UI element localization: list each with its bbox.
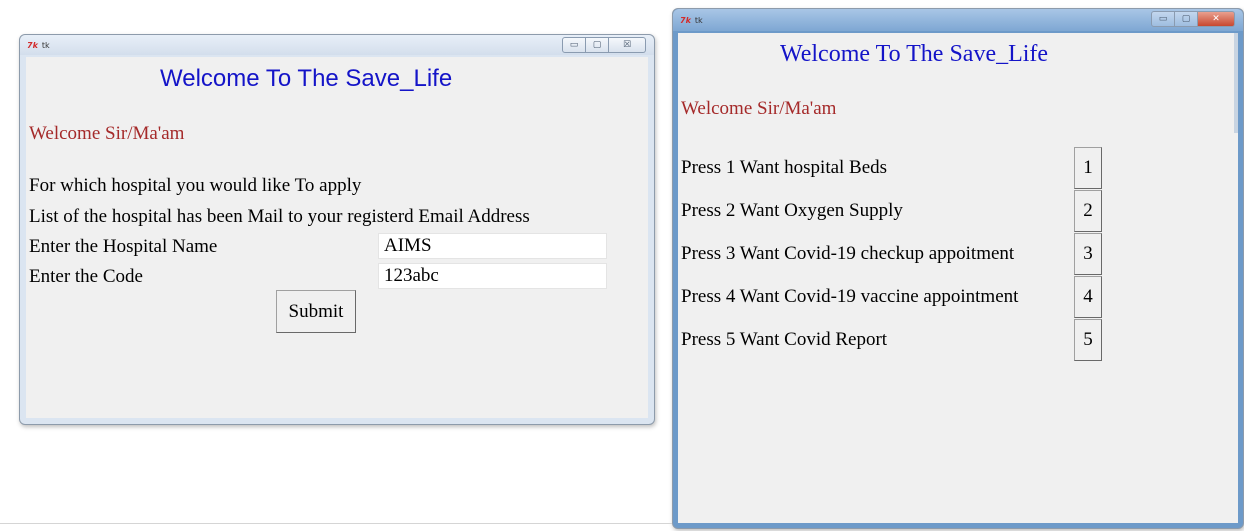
page-title: Welcome To The Save_Life [780,41,1049,67]
code-label: Enter the Code [29,266,143,287]
close-button[interactable]: ✕ [1198,11,1235,27]
option-button-4[interactable]: 4 [1074,276,1102,318]
window-controls: ▭ ▢ ☒ [562,37,646,53]
hospital-name-input[interactable]: AIMS [378,233,607,259]
tk-feather-icon: 7k [680,15,691,25]
window-client-area: Welcome To The Save_Life Welcome Sir/Ma'… [678,33,1238,523]
window-title: tk [694,15,703,25]
welcome-label: Welcome Sir/Ma'am [29,123,185,144]
minimize-button[interactable]: ▭ [1151,11,1175,27]
option-label-4: Press 4 Want Covid-19 vaccine appointmen… [681,286,1019,307]
submit-button[interactable]: Submit [276,290,356,333]
option-button-1[interactable]: 1 [1074,147,1102,189]
title-bar[interactable]: 7k tk ▭ ▢ ✕ [673,9,1243,31]
window-title: tk [41,40,50,50]
hospital-name-label: Enter the Hospital Name [29,236,218,257]
desktop-edge-line [0,523,672,524]
option-button-3[interactable]: 3 [1074,233,1102,275]
option-label-3: Press 3 Want Covid-19 checkup appoitment [681,243,1015,264]
page-title: Welcome To The Save_Life [160,65,453,92]
option-button-2[interactable]: 2 [1074,190,1102,232]
prompt-line-2: List of the hospital has been Mail to yo… [29,206,530,227]
maximize-button[interactable]: ▢ [1175,11,1198,27]
option-label-2: Press 2 Want Oxygen Supply [681,200,903,221]
maximize-button[interactable]: ▢ [586,37,609,53]
window-client-area: Welcome To The Save_Life Welcome Sir/Ma'… [26,57,648,418]
minimize-button[interactable]: ▭ [562,37,586,53]
welcome-label: Welcome Sir/Ma'am [681,98,837,119]
close-button[interactable]: ☒ [609,37,646,53]
prompt-line-1: For which hospital you would like To app… [29,175,362,196]
hospital-form-window: 7k tk ▭ ▢ ☒ Welcome To The Save_Life Wel… [19,34,655,425]
scrollbar[interactable] [1234,33,1238,133]
tk-feather-icon: 7k [27,40,38,50]
window-controls: ▭ ▢ ✕ [1151,11,1235,27]
services-menu-window: 7k tk ▭ ▢ ✕ Welcome To The Save_Life Wel… [672,8,1244,529]
option-label-1: Press 1 Want hospital Beds [681,157,888,178]
option-button-5[interactable]: 5 [1074,319,1102,361]
code-input[interactable]: 123abc [378,263,607,289]
option-label-5: Press 5 Want Covid Report [681,329,888,350]
title-bar[interactable]: 7k tk ▭ ▢ ☒ [20,35,654,55]
